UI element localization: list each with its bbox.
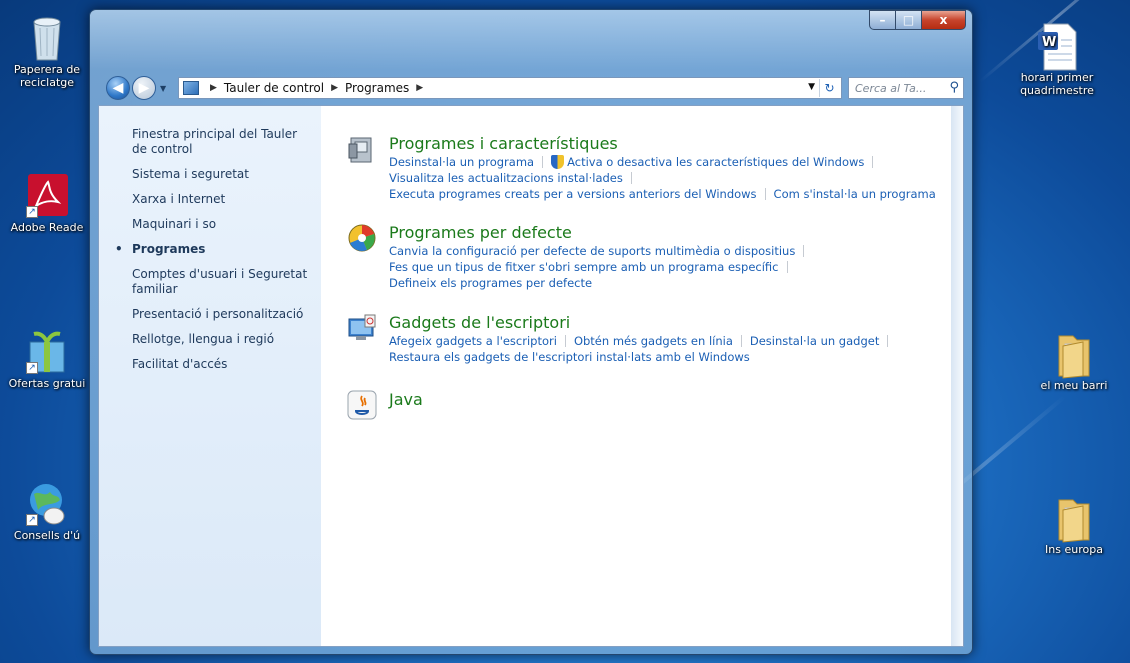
add-gadgets-link[interactable]: Afegeix gadgets a l'escriptori (389, 334, 557, 348)
sidebar-item-clock-region[interactable]: Rellotge, llengua i regió (132, 332, 313, 347)
close-button[interactable]: x (922, 10, 966, 30)
breadcrumb-programs[interactable]: Programes (345, 81, 409, 95)
link-divider (764, 188, 766, 200)
get-more-gadgets-link[interactable]: Obtén més gadgets en línia (574, 334, 733, 348)
programs-features-icon (347, 134, 377, 164)
sidebar-item-programs[interactable]: Programes (115, 242, 313, 257)
breadcrumb-separator-icon[interactable]: ▶ (416, 83, 423, 93)
recent-pages-dropdown[interactable]: ▼ (160, 84, 166, 93)
sidebar: Finestra principal del Tauler de control… (99, 106, 321, 646)
window-content: Finestra principal del Tauler de control… (98, 105, 964, 647)
sidebar-item-network[interactable]: Xarxa i Internet (132, 192, 313, 207)
arrow-left-icon: ◀ (112, 80, 124, 96)
gift-offers-icon: ↗ (24, 328, 70, 374)
back-button[interactable]: ◀ (106, 76, 130, 100)
installed-updates-link[interactable]: Visualitza les actualitzacions instal·la… (389, 171, 623, 185)
desktop-icon-recycle-bin[interactable]: Paperera de reciclatge (6, 14, 88, 89)
link-divider (872, 156, 874, 168)
set-default-programs-link[interactable]: Defineix els programes per defecte (389, 276, 592, 290)
recycle-bin-icon (24, 14, 70, 61)
control-panel-window[interactable]: – □ x ◀ ▶ ▼ ▶ Tauler de control ▶ Progra… (89, 9, 973, 655)
uninstall-program-link[interactable]: Desinstal·la un programa (389, 155, 534, 169)
desktop-icon-folder-europa[interactable]: Ins europa (1033, 494, 1115, 556)
desktop-icon-label: el meu barri (1040, 379, 1108, 392)
caption-buttons: – □ x (869, 10, 966, 30)
sidebar-item-system-security[interactable]: Sistema i seguretat (132, 167, 313, 182)
folder-icon (1051, 494, 1097, 543)
folder-icon (1051, 330, 1097, 379)
desktop-icon-label: Paperera de reciclatge (13, 63, 81, 89)
desktop-icon-offers[interactable]: ↗ Ofertas gratui (6, 328, 88, 390)
category-title[interactable]: Programes i característiques (389, 134, 936, 153)
desktop-icon-tips[interactable]: ↗ Consells d'ú (6, 480, 88, 542)
content-right-edge (951, 106, 963, 646)
sidebar-item-appearance[interactable]: Presentació i personalització (132, 307, 313, 322)
breadcrumb-control-panel[interactable]: Tauler de control (224, 81, 324, 95)
desktop-icon-label: horari primer quadrimestre (1020, 71, 1094, 97)
uac-shield-icon (551, 155, 565, 169)
desktop-icon-adobe-reader[interactable]: ↗ Adobe Reade (6, 172, 88, 234)
sidebar-item-accessibility[interactable]: Facilitat d'accés (132, 357, 313, 372)
arrow-right-icon: ▶ (138, 80, 150, 96)
address-dropdown-icon[interactable]: ▼ (808, 82, 815, 92)
category-list: Programes i característiques Desinstal·l… (339, 106, 963, 646)
how-to-install-link[interactable]: Com s'instal·la un programa (774, 187, 936, 201)
compatibility-link[interactable]: Executa programes creats per a versions … (389, 187, 757, 201)
sidebar-item-user-accounts[interactable]: Comptes d'usuari i Seguretat familiar (132, 267, 313, 297)
control-panel-icon (183, 81, 199, 95)
category-title[interactable]: Gadgets de l'escriptori (389, 313, 896, 332)
address-bar[interactable]: ▶ Tauler de control ▶ Programes ▶ ▼ ↻ (178, 77, 842, 99)
link-divider (740, 335, 742, 347)
uninstall-gadget-link[interactable]: Desinstal·la un gadget (750, 334, 879, 348)
sidebar-item-hardware[interactable]: Maquinari i so (132, 217, 313, 232)
category-title[interactable]: Java (389, 390, 423, 409)
java-icon (347, 390, 377, 420)
minimize-button[interactable]: – (869, 10, 896, 30)
link-divider (887, 335, 889, 347)
desktop-icon-word-doc[interactable]: W horari primer quadrimestre (1016, 22, 1098, 97)
windows-features-link[interactable]: Activa o desactiva les característiques … (567, 155, 864, 169)
maximize-button[interactable]: □ (896, 10, 922, 30)
refresh-icon[interactable]: ↻ (819, 79, 839, 97)
sidebar-item-home[interactable]: Finestra principal del Tauler de control (132, 127, 313, 157)
svg-text:W: W (1042, 35, 1056, 50)
desktop-icon-label: Adobe Reade (10, 221, 84, 234)
default-programs-icon (347, 223, 377, 253)
desktop-icon-label: Ofertas gratui (8, 377, 86, 390)
breadcrumb-separator-icon[interactable]: ▶ (331, 83, 338, 93)
link-divider (803, 245, 805, 257)
desktop-icon-label: Consells d'ú (13, 529, 81, 542)
link-divider (630, 172, 632, 184)
link-divider (786, 261, 788, 273)
category-title[interactable]: Programes per defecte (389, 223, 812, 242)
link-divider (564, 335, 566, 347)
desktop-icon-label: Ins europa (1045, 543, 1103, 556)
navigation-bar: ◀ ▶ ▼ ▶ Tauler de control ▶ Programes ▶ … (98, 74, 964, 102)
restore-gadgets-link[interactable]: Restaura els gadgets de l'escriptori ins… (389, 350, 750, 364)
forward-button[interactable]: ▶ (132, 76, 156, 100)
search-placeholder: Cerca al Ta... (855, 81, 927, 95)
search-input[interactable]: Cerca al Ta... ⚲ (848, 77, 964, 99)
desktop-icon-folder-barri[interactable]: el meu barri (1033, 330, 1115, 392)
desktop-gadgets-icon (347, 313, 377, 343)
tips-globe-icon: ↗ (24, 480, 70, 526)
file-association-link[interactable]: Fes que un tipus de fitxer s'obri sempre… (389, 260, 779, 274)
autoplay-settings-link[interactable]: Canvia la configuració per defecte de su… (389, 244, 795, 258)
breadcrumb-separator-icon[interactable]: ▶ (210, 83, 217, 93)
link-divider (542, 156, 544, 168)
word-document-icon: W (1034, 22, 1080, 71)
adobe-reader-icon: ↗ (24, 172, 70, 218)
search-icon[interactable]: ⚲ (949, 80, 959, 95)
